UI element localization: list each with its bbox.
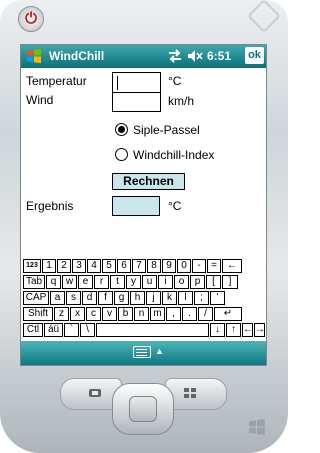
clock[interactable]: 6:51	[207, 49, 231, 63]
key-backspace[interactable]: ←	[222, 259, 242, 273]
wind-input[interactable]	[112, 92, 161, 112]
key-f[interactable]: f	[98, 291, 113, 305]
key-n[interactable]: n	[134, 307, 149, 321]
speaker-muted-icon[interactable]	[187, 49, 203, 63]
radio-siple-passel-label[interactable]: Siple-Passel	[133, 123, 200, 137]
key-minus[interactable]: -	[192, 259, 206, 273]
key-slash[interactable]: /	[198, 307, 213, 321]
key-ctrl[interactable]: Ctl	[23, 323, 43, 337]
key-a[interactable]: a	[50, 291, 65, 305]
key-g[interactable]: g	[114, 291, 129, 305]
key-0[interactable]: 0	[177, 259, 191, 273]
key-m[interactable]: m	[150, 307, 165, 321]
title-bar: WindChill 6:51 ok	[21, 45, 266, 68]
key-accents[interactable]: áü	[44, 323, 63, 337]
key-arrow-left[interactable]: ←	[242, 323, 253, 337]
power-icon: ⏻	[25, 10, 37, 27]
keyboard-icon[interactable]	[133, 346, 151, 358]
key-9[interactable]: 9	[162, 259, 176, 273]
temperature-input[interactable]	[112, 72, 161, 93]
key-i[interactable]: i	[158, 275, 173, 289]
key-7[interactable]: 7	[132, 259, 146, 273]
result-unit: °C	[168, 199, 182, 213]
key-caps[interactable]: CAP	[23, 291, 49, 305]
key-1[interactable]: 1	[42, 259, 56, 273]
key-e[interactable]: e	[78, 275, 93, 289]
bezel-corner-decoration	[247, 0, 281, 33]
result-label: Ergebnis	[26, 199, 74, 213]
key-backtick[interactable]: `	[64, 323, 79, 337]
directional-pad[interactable]	[112, 383, 174, 435]
key-q[interactable]: q	[46, 275, 61, 289]
key-r[interactable]: r	[94, 275, 109, 289]
screen: WindChill 6:51 ok Temperatur °C Wind km/…	[20, 44, 267, 366]
wind-label: Wind	[26, 93, 54, 107]
key-left-bracket[interactable]: [	[206, 275, 221, 289]
key-enter[interactable]: ↵	[214, 307, 242, 321]
key-shift[interactable]: Shift	[23, 307, 53, 321]
key-u[interactable]: u	[142, 275, 157, 289]
app-title: WindChill	[49, 49, 105, 63]
windows-logo-icon	[249, 419, 265, 435]
radio-siple-passel[interactable]	[115, 123, 128, 136]
key-apostrophe[interactable]: '	[210, 291, 225, 305]
key-comma[interactable]: ,	[166, 307, 181, 321]
temperature-unit: °C	[168, 74, 182, 88]
key-t[interactable]: t	[110, 275, 125, 289]
key-w[interactable]: w	[62, 275, 77, 289]
ok-button[interactable]: ok	[245, 47, 264, 64]
network-arrows-icon[interactable]	[167, 49, 183, 63]
key-semicolon[interactable]: ;	[194, 291, 209, 305]
key-5[interactable]: 5	[102, 259, 116, 273]
key-o[interactable]: o	[174, 275, 189, 289]
radio-windchill-index[interactable]	[115, 148, 128, 161]
key-k[interactable]: k	[162, 291, 177, 305]
soft-keyboard: 123 1 2 3 4 5 6 7 8 9 0 - = ← Tab q w e …	[21, 258, 266, 340]
key-backslash[interactable]: \	[80, 323, 95, 337]
key-d[interactable]: d	[82, 291, 97, 305]
key-y[interactable]: y	[126, 275, 141, 289]
key-v[interactable]: v	[102, 307, 117, 321]
key-4[interactable]: 4	[87, 259, 101, 273]
key-3[interactable]: 3	[72, 259, 86, 273]
caret-up-icon[interactable]: ▲	[155, 346, 164, 356]
key-8[interactable]: 8	[147, 259, 161, 273]
wind-unit: km/h	[168, 94, 195, 108]
device-frame: ⏻ WindChill 6:51 ok Temperatur °C Wind k…	[0, 0, 288, 453]
windows-flag-icon[interactable]	[26, 48, 42, 64]
key-arrow-right[interactable]: →	[254, 323, 265, 337]
key-tab[interactable]: Tab	[23, 275, 45, 289]
soft-key-bar: ▲	[21, 341, 266, 365]
key-z[interactable]: z	[54, 307, 69, 321]
key-l[interactable]: l	[178, 291, 193, 305]
temperature-label: Temperatur	[26, 74, 87, 88]
key-right-bracket[interactable]: ]	[222, 275, 238, 289]
key-j[interactable]: j	[146, 291, 161, 305]
text-caret	[117, 76, 118, 90]
phone-call-icon	[89, 389, 101, 397]
radio-selected-dot	[118, 126, 125, 133]
key-6[interactable]: 6	[117, 259, 131, 273]
dpad-center-button[interactable]	[129, 396, 157, 422]
key-b[interactable]: b	[118, 307, 133, 321]
key-123[interactable]: 123	[23, 259, 41, 273]
result-field	[112, 196, 160, 216]
key-2[interactable]: 2	[57, 259, 71, 273]
key-arrow-down[interactable]: ↓	[210, 323, 225, 337]
key-h[interactable]: h	[130, 291, 145, 305]
radio-windchill-index-label[interactable]: Windchill-Index	[133, 148, 214, 162]
power-button[interactable]: ⏻	[18, 6, 44, 32]
calculate-button[interactable]: Rechnen	[112, 173, 185, 190]
key-space[interactable]	[96, 323, 209, 337]
key-equals[interactable]: =	[207, 259, 221, 273]
key-period[interactable]: .	[182, 307, 197, 321]
key-c[interactable]: c	[86, 307, 101, 321]
key-s[interactable]: s	[66, 291, 81, 305]
grid-icon	[184, 388, 196, 398]
key-p[interactable]: p	[190, 275, 205, 289]
key-arrow-up[interactable]: ↑	[226, 323, 241, 337]
key-x[interactable]: x	[70, 307, 85, 321]
